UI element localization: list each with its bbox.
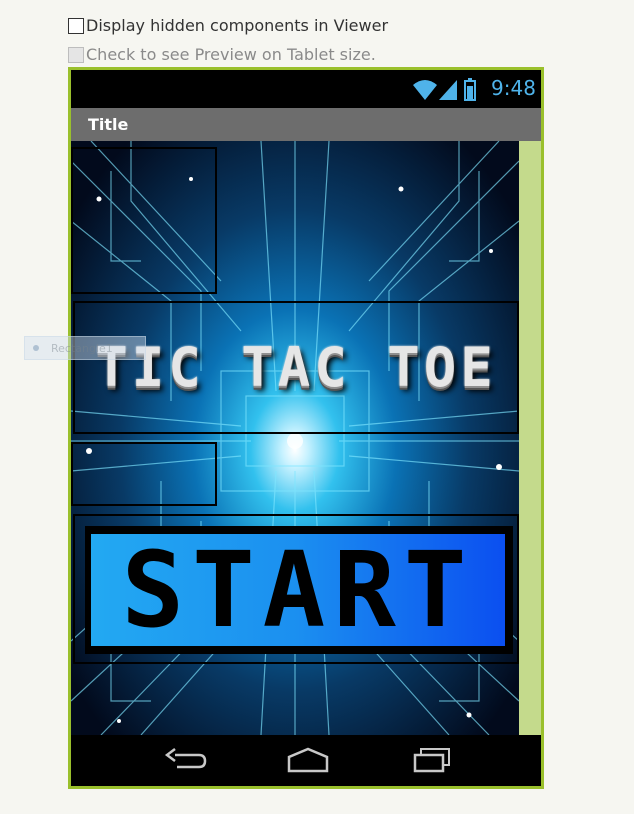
phone-viewer: 9:48 Title TIC TAC TOE START [68,67,544,789]
recent-apps-icon[interactable] [407,745,457,775]
back-icon[interactable] [161,745,211,775]
tablet-preview-checkbox [68,46,84,63]
drag-ghost-label: Rectangle1 [51,341,113,355]
wifi-icon [413,80,437,100]
status-time: 9:48 [491,76,536,100]
tablet-preview-option: Check to see Preview on Tablet size. [68,45,376,64]
start-arrangement[interactable] [73,514,519,664]
status-bar: 9:48 [71,70,541,108]
navigation-bar [71,735,541,786]
display-hidden-checkbox[interactable] [68,17,84,34]
screen-area: TIC TAC TOE START [71,141,541,735]
battery-icon [464,78,476,101]
app-title-bar: Title [71,108,541,141]
tablet-preview-label: Check to see Preview on Tablet size. [86,45,376,64]
signal-icon [439,80,457,100]
drag-ghost-icon [33,345,39,351]
display-hidden-label: Display hidden components in Viewer [86,16,389,35]
arrangement-middle-left[interactable] [71,442,217,506]
display-hidden-components-option[interactable]: Display hidden components in Viewer [68,16,388,35]
arrangement-top-left[interactable] [71,147,217,294]
drag-ghost: Rectangle1 [24,336,146,360]
app-title: Title [88,115,129,134]
title-arrangement[interactable] [73,301,519,434]
home-icon[interactable] [283,745,333,775]
